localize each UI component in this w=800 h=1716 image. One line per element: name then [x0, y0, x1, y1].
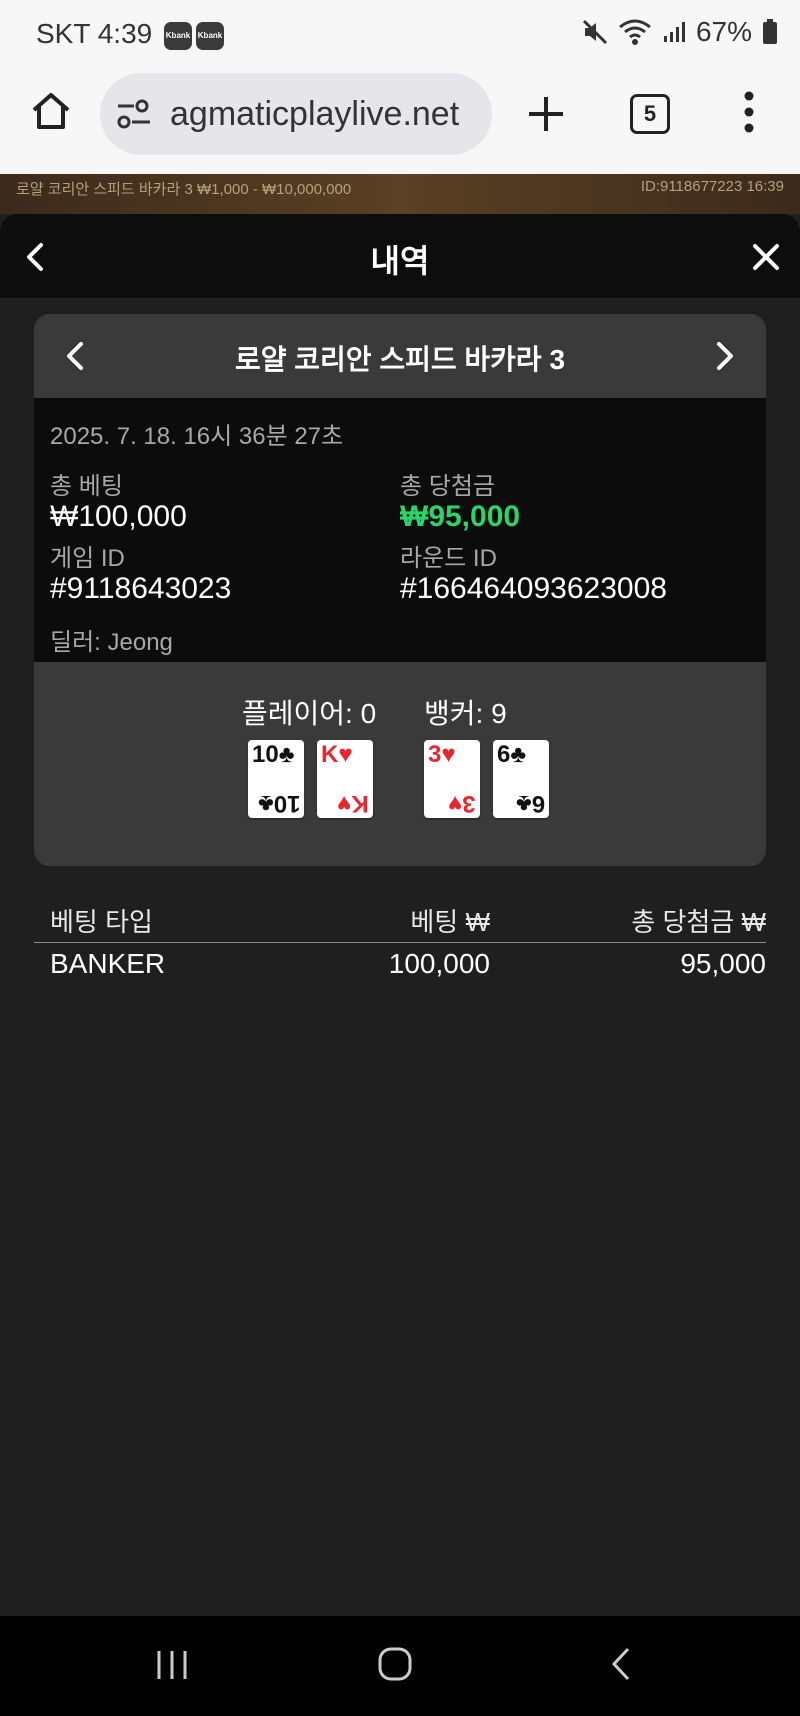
card-suit: ♥	[338, 741, 353, 768]
home-nav-icon[interactable]	[377, 1646, 413, 1682]
player-card-1-face: 10♣	[252, 742, 294, 768]
game-id-time-text: ID:9118677223 16:39	[640, 178, 784, 195]
round-datetime: 2025. 7. 18. 16시 36분 27초	[50, 423, 344, 450]
card-suit: ♥	[448, 790, 463, 817]
round-id-value: #166464093623008	[400, 572, 667, 605]
game-background-strip: 로얄 코리안 스피드 바카라 3 ₩1,000 - ₩10,000,000 ID…	[0, 174, 800, 214]
banker-score: 뱅커: 9	[424, 698, 507, 729]
dealer-name: 딜러: Jeong	[50, 629, 173, 656]
bet-amount-cell: 100,000	[388, 948, 490, 979]
system-nav-bar	[0, 1616, 800, 1716]
new-tab-icon[interactable]	[526, 94, 566, 134]
status-carrier-time: SKT 4:39 Kbank Kbank	[36, 18, 225, 50]
round-detail-card: 로얄 코리안 스피드 바카라 3 2025. 7. 18. 16시 36분 27…	[34, 314, 766, 866]
card-suit: ♥	[441, 741, 456, 768]
banker-card-1: 3♥ 3♥	[424, 740, 480, 818]
card-rank: 6	[531, 790, 545, 817]
player-card-2-face: K♥	[321, 742, 353, 768]
game-id-value: #9118643023	[50, 572, 232, 605]
total-bet-value: ₩100,000	[50, 500, 187, 533]
carrier-time-text: SKT 4:39	[36, 18, 153, 49]
col-header-bet: 베팅 ₩	[410, 907, 490, 937]
card-suit: ♣	[510, 741, 527, 768]
round-card-header: 로얄 코리안 스피드 바카라 3	[34, 314, 766, 398]
close-icon[interactable]	[752, 243, 780, 271]
player-card-2-face-inverted: K♥	[337, 790, 369, 817]
tab-switcher-button[interactable]: 5	[630, 94, 670, 134]
banker-card-2: 6♣ 6♣	[493, 740, 549, 818]
battery-icon	[763, 19, 777, 44]
more-options-icon[interactable]	[742, 90, 756, 134]
banker-card-1-face: 3♥	[428, 742, 456, 768]
card-rank: 10	[252, 741, 279, 768]
total-win-label: 총 당첨금	[400, 473, 495, 500]
card-rank: 3	[462, 790, 476, 817]
player-card-1-face-inverted: 10♣	[257, 790, 300, 817]
home-icon[interactable]	[30, 90, 72, 132]
signal-icon	[663, 22, 685, 42]
table-limits-text: 로얄 코리안 스피드 바카라 3 ₩1,000 - ₩10,000,000	[16, 181, 352, 198]
tab-count: 5	[643, 101, 657, 126]
col-header-bet-type: 베팅 타입	[50, 907, 153, 937]
address-bar[interactable]: agmaticplaylive.net	[100, 73, 492, 155]
url-text: agmaticplaylive.net	[170, 95, 460, 133]
card-suit: ♣	[257, 790, 274, 817]
kbank-notification-icon: Kbank	[164, 21, 193, 50]
history-panel-header: 내역	[0, 214, 800, 298]
card-rank: 6	[497, 741, 511, 768]
card-rank: K	[351, 790, 369, 817]
mute-icon	[582, 19, 608, 45]
status-bar: SKT 4:39 Kbank Kbank 67%	[0, 0, 800, 70]
panel-title: 내역	[370, 243, 430, 279]
battery-percent: 67%	[695, 16, 752, 47]
col-header-win: 총 당첨금 ₩	[631, 907, 766, 937]
bet-type-cell: BANKER	[50, 948, 166, 979]
status-icons: 67%	[582, 16, 778, 48]
player-score: 플레이어: 0	[242, 698, 377, 729]
total-win-value: ₩95,000	[400, 500, 521, 533]
card-rank: 10	[273, 790, 300, 817]
browser-toolbar: agmaticplaylive.net 5	[0, 70, 800, 174]
kbank-notification-icon: Kbank	[196, 21, 225, 50]
card-suit: ♣	[278, 741, 295, 768]
next-round-icon[interactable]	[714, 341, 736, 371]
site-settings-icon[interactable]	[116, 97, 152, 131]
card-rank: 3	[428, 741, 442, 768]
player-card-1: 10♣ 10♣	[248, 740, 304, 818]
round-info: 2025. 7. 18. 16시 36분 27초 총 베팅 ₩100,000 총…	[34, 398, 766, 662]
banker-card-1-face-inverted: 3♥	[448, 790, 476, 817]
win-amount-cell: 95,000	[680, 948, 766, 979]
back-nav-icon[interactable]	[610, 1646, 632, 1682]
wifi-icon	[619, 19, 651, 45]
banker-card-2-face: 6♣	[497, 742, 526, 768]
player-card-2: K♥ K♥	[317, 740, 373, 818]
total-bet-label: 총 베팅	[50, 473, 123, 500]
recent-apps-icon[interactable]	[155, 1648, 189, 1682]
game-name: 로얄 코리안 스피드 바카라 3	[234, 344, 566, 375]
card-results: 플레이어: 0 뱅커: 9 10♣ 10♣ K♥ K♥ 3♥ 3♥ 6♣ 6♣	[34, 662, 766, 866]
round-id-label: 라운드 ID	[400, 545, 497, 572]
game-id-label: 게임 ID	[50, 545, 125, 572]
table-divider	[34, 942, 766, 943]
card-suit: ♣	[515, 790, 532, 817]
card-rank: K	[321, 741, 339, 768]
card-suit: ♥	[337, 790, 352, 817]
banker-card-2-face-inverted: 6♣	[515, 790, 545, 817]
